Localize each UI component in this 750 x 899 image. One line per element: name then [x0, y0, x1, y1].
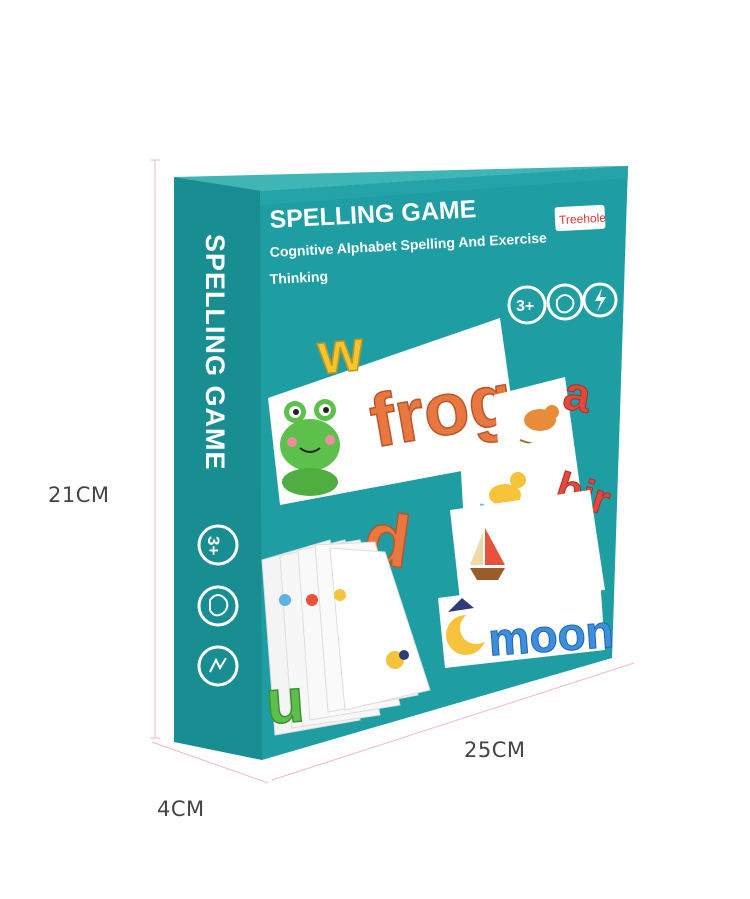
loose-letter-w: w: [314, 318, 368, 388]
side-age-badge-text: 3+: [204, 536, 223, 555]
moon-word: moon: [487, 605, 616, 666]
brand-logo: Treehole: [554, 204, 607, 232]
brand-logo-text: Treehole: [559, 211, 607, 227]
loose-letter-u: u: [264, 666, 307, 737]
front-age-badge-text: 3+: [516, 298, 534, 315]
side-title: SPELLING GAME: [200, 234, 230, 471]
product-scene: SPELLING GAME 3+ SPELLING GAME Cognitive…: [150, 159, 635, 784]
box-subtitle-line2: Thinking: [269, 268, 328, 287]
